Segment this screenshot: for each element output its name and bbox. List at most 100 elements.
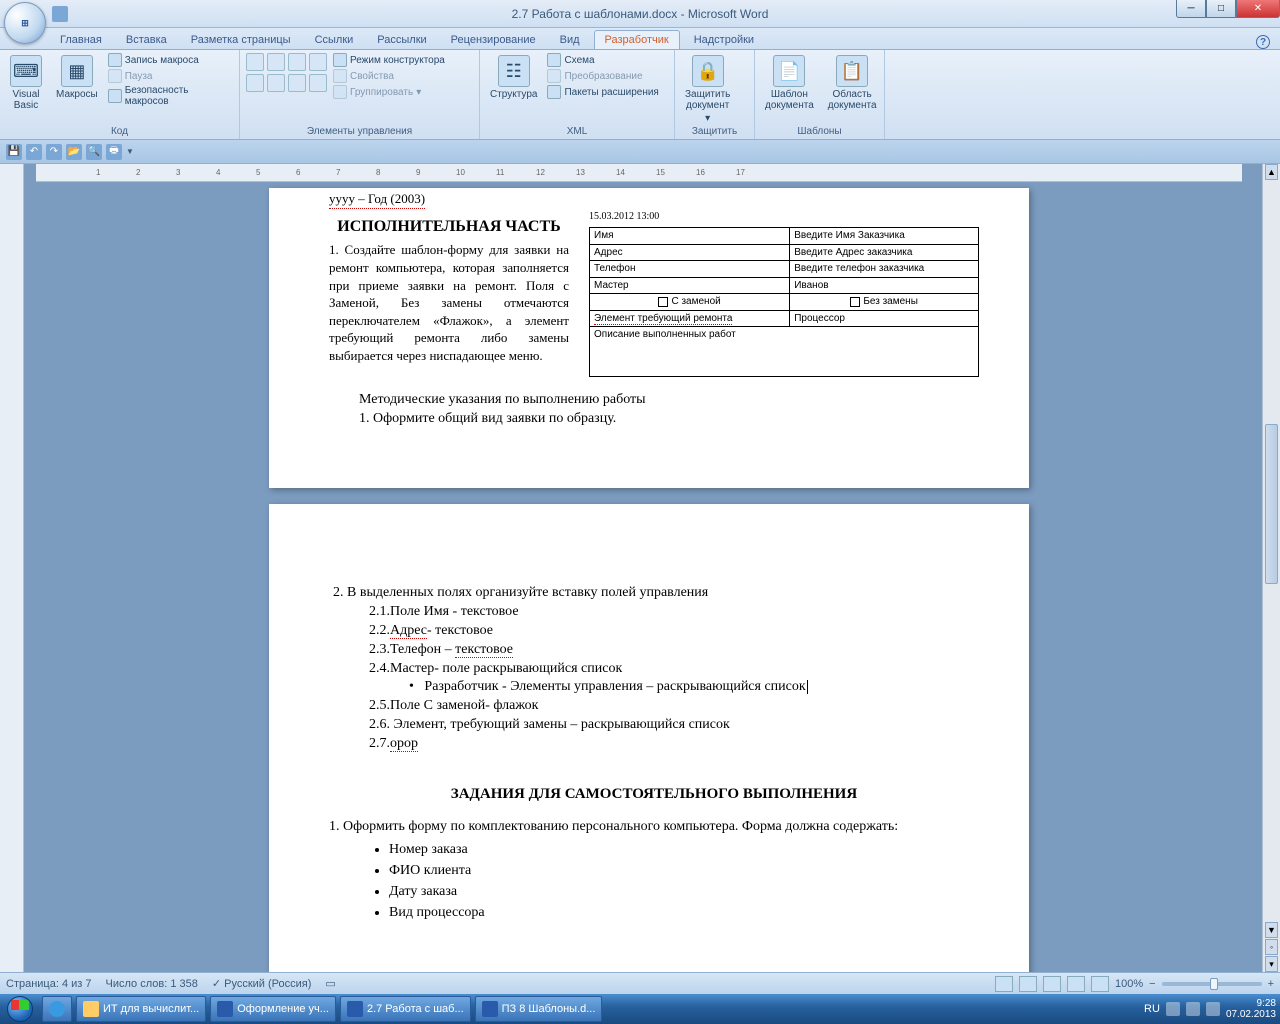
vertical-ruler[interactable] — [0, 164, 24, 972]
structure-button[interactable]: ☷Структура — [486, 53, 541, 102]
minimize-button[interactable]: ─ — [1176, 0, 1206, 18]
web-layout-icon[interactable] — [1043, 976, 1061, 992]
taskbar-item[interactable]: ИТ для вычислит... — [76, 996, 206, 1022]
zoom-in-button[interactable]: + — [1268, 978, 1274, 990]
transform-button[interactable]: Преобразование — [547, 69, 658, 83]
tab-mailings[interactable]: Рассылки — [367, 31, 436, 49]
text-icon[interactable] — [267, 53, 285, 71]
cell: Процессор — [790, 310, 979, 327]
save-icon[interactable] — [52, 6, 68, 22]
taskbar-item[interactable]: Оформление уч... — [210, 996, 336, 1022]
redo-icon[interactable]: ↷ — [46, 144, 62, 160]
design-icon — [333, 53, 347, 67]
protect-document-button[interactable]: 🔒Защитить документ ▾ — [681, 53, 734, 126]
tab-references[interactable]: Ссылки — [305, 31, 364, 49]
richtext-icon[interactable] — [246, 53, 264, 71]
tab-pagelayout[interactable]: Разметка страницы — [181, 31, 301, 49]
scroll-down-icon[interactable]: ▼ — [1265, 922, 1278, 938]
form-table: ИмяВведите Имя Заказчика АдресВведите Ад… — [589, 227, 979, 377]
status-words[interactable]: Число слов: 1 358 — [106, 978, 198, 990]
tab-developer[interactable]: Разработчик — [594, 30, 680, 49]
macro-security-button[interactable]: Безопасность макросов — [108, 85, 233, 107]
taskbar-item[interactable]: 2.7 Работа с шаб... — [340, 996, 471, 1022]
help-icon[interactable]: ? — [1256, 35, 1270, 49]
zoom-value[interactable]: 100% — [1115, 978, 1143, 990]
schema-button[interactable]: Схема — [547, 53, 658, 67]
visual-basic-button[interactable]: ⌨Visual Basic — [6, 53, 46, 113]
clock[interactable]: 9:2807.02.2013 — [1226, 998, 1276, 1020]
tab-addins[interactable]: Надстройки — [684, 31, 764, 49]
office-button[interactable]: ⊞ — [4, 2, 46, 44]
scroll-up-icon[interactable]: ▲ — [1265, 164, 1278, 180]
picture-icon[interactable] — [288, 53, 306, 71]
combo-icon[interactable] — [309, 53, 327, 71]
print-icon[interactable]: 🖶 — [106, 144, 122, 160]
document-area[interactable]: 1234567891011121314151617 уууу – Год (20… — [24, 164, 1262, 972]
horizontal-ruler[interactable]: 1234567891011121314151617 — [36, 164, 1242, 182]
buildingblock-icon[interactable] — [288, 74, 306, 92]
document-template-button[interactable]: 📄Шаблон документа — [761, 53, 818, 113]
status-bar: Страница: 4 из 7 Число слов: 1 358 ✓ Рус… — [0, 972, 1280, 994]
open-icon[interactable]: 📂 — [66, 144, 82, 160]
design-mode-button[interactable]: Режим конструктора — [333, 53, 445, 67]
start-button[interactable] — [0, 994, 40, 1024]
cell: Введите Адрес заказчика — [790, 244, 979, 261]
text-line: 2.2.Адрес- текстовое — [369, 622, 979, 641]
macros-icon: ▦ — [61, 55, 93, 87]
outline-icon[interactable] — [1067, 976, 1085, 992]
properties-button[interactable]: Свойства — [333, 69, 445, 83]
tab-insert[interactable]: Вставка — [116, 31, 177, 49]
next-page-icon[interactable]: ▾ — [1265, 956, 1278, 972]
text-line: уууу – Год (2003) — [329, 190, 425, 209]
volume-icon[interactable] — [1206, 1002, 1220, 1016]
document-panel-button[interactable]: 📋Область документа — [824, 53, 881, 113]
status-insert-icon[interactable]: ▭ — [325, 977, 335, 990]
page-1: уууу – Год (2003) ИСПОЛНИТЕЛЬНАЯ ЧАСТЬ 1… — [269, 188, 1029, 488]
draft-icon[interactable] — [1091, 976, 1109, 992]
tray-icon[interactable] — [1186, 1002, 1200, 1016]
undo-icon[interactable]: ↶ — [26, 144, 42, 160]
text-line: • Разработчик - Элементы управления – ра… — [409, 678, 979, 697]
vertical-scrollbar[interactable]: ▲ ▼ ◦ ▾ — [1262, 164, 1280, 972]
close-button[interactable]: ✕ — [1236, 0, 1280, 18]
group-xml: ☷Структура Схема Преобразование Пакеты р… — [480, 50, 675, 139]
record-macro-button[interactable]: Запись макроса — [108, 53, 233, 67]
maximize-button[interactable]: □ — [1206, 0, 1236, 18]
dropdown-icon[interactable] — [246, 74, 264, 92]
legacy-icon[interactable] — [309, 74, 327, 92]
print-layout-icon[interactable] — [995, 976, 1013, 992]
taskbar-item[interactable]: ПЗ 8 Шаблоны.d... — [475, 996, 603, 1022]
save-icon[interactable]: 💾 — [6, 144, 22, 160]
date-icon[interactable] — [267, 74, 285, 92]
tab-review[interactable]: Рецензирование — [441, 31, 546, 49]
taskbar-ie[interactable] — [42, 996, 72, 1022]
group-button[interactable]: Группировать ▾ — [333, 85, 445, 99]
pause-button[interactable]: Пауза — [108, 69, 233, 83]
expansion-packs-button[interactable]: Пакеты расширения — [547, 85, 658, 99]
tab-home[interactable]: Главная — [50, 31, 112, 49]
system-tray: RU 9:2807.02.2013 — [1144, 998, 1280, 1020]
prev-page-icon[interactable]: ◦ — [1265, 939, 1278, 955]
zoom-slider[interactable] — [1162, 982, 1262, 986]
status-page[interactable]: Страница: 4 из 7 — [6, 978, 92, 990]
cell: С заменой — [590, 294, 790, 311]
zoom-out-button[interactable]: − — [1149, 978, 1155, 990]
group-label: Защитить — [675, 126, 754, 137]
group-templates: 📄Шаблон документа 📋Область документа Шаб… — [755, 50, 885, 139]
text-line: 2.3.Телефон – текстовое — [369, 641, 979, 660]
macros-button[interactable]: ▦Макросы — [52, 53, 102, 102]
lang-indicator[interactable]: RU — [1144, 1003, 1160, 1015]
scroll-thumb[interactable] — [1265, 424, 1278, 584]
group-protect: 🔒Защитить документ ▾ Защитить — [675, 50, 755, 139]
status-lang[interactable]: ✓ Русский (Россия) — [212, 977, 312, 990]
tray-icon[interactable] — [1166, 1002, 1180, 1016]
word-icon — [217, 1001, 233, 1017]
group-code: ⌨Visual Basic ▦Макросы Запись макроса Па… — [0, 50, 240, 139]
transform-icon — [547, 69, 561, 83]
preview-icon[interactable]: 🔍 — [86, 144, 102, 160]
window-controls: ─ □ ✕ — [1176, 0, 1280, 18]
controls-gallery[interactable] — [246, 53, 327, 92]
record-icon — [108, 53, 122, 67]
tab-view[interactable]: Вид — [550, 31, 590, 49]
fullscreen-icon[interactable] — [1019, 976, 1037, 992]
